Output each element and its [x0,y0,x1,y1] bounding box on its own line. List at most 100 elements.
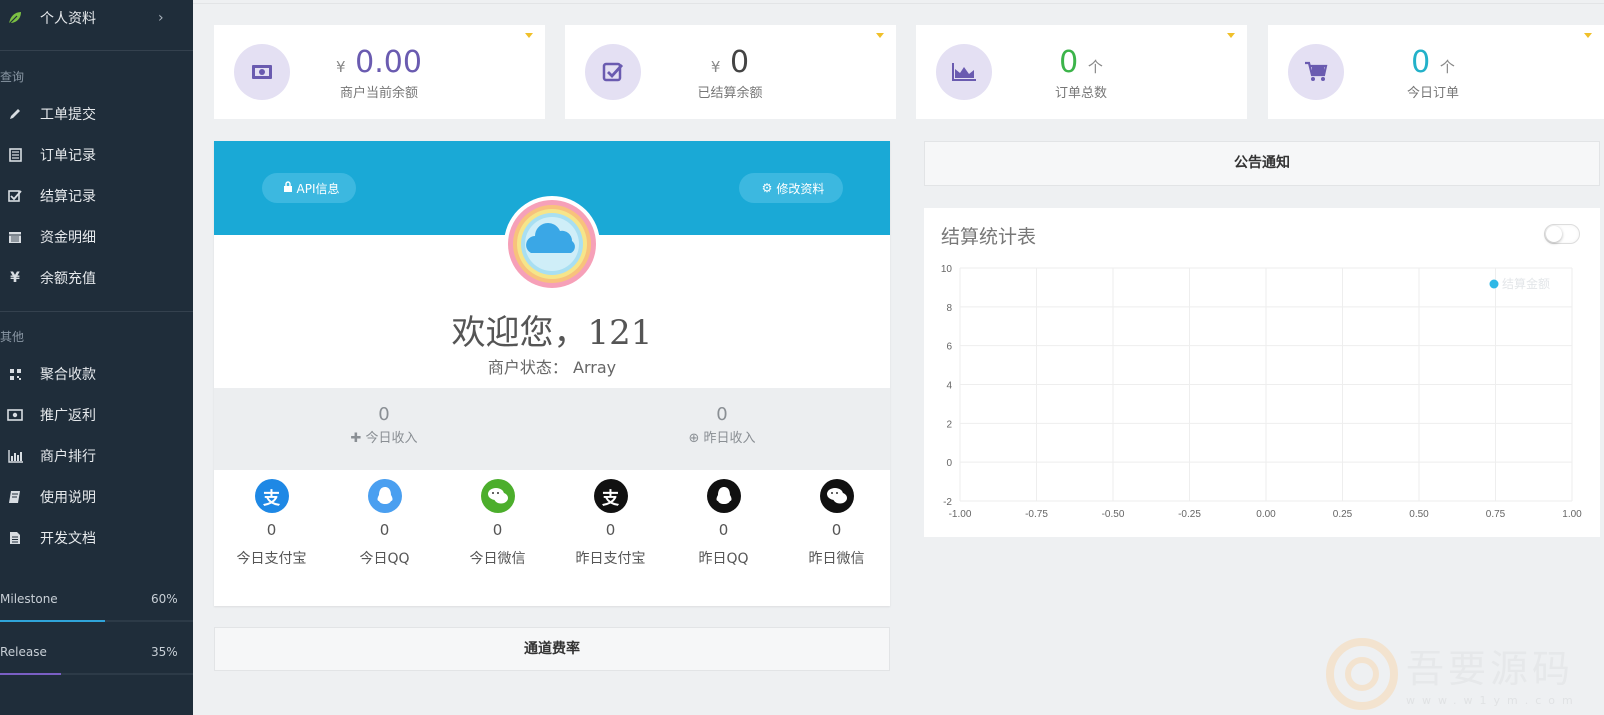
payment-value: 0 [492,521,503,539]
today-income-label: 今日收入 [365,431,418,446]
x-tick-label: -0.75 [1025,509,1048,520]
stat-unit: 个 [1087,58,1103,76]
currency-symbol: ¥ [336,58,346,76]
payment-stat: 0 今日微信 [441,471,554,568]
yesterday-income-label: 昨日收入 [703,431,756,446]
progress-fill [0,673,61,675]
x-tick-label: 0.50 [1409,509,1429,520]
sidebar: 个人资料 › 查询 工单提交订单记录结算记录资金明细 ¥ 余额充值 其他 聚合收款推… [0,0,193,715]
sidebar-item[interactable]: 聚合收款 [0,356,193,392]
divider [0,311,193,312]
avatar [503,195,601,293]
section-title-query: 查询 [0,70,25,84]
stat-value: 0 [730,45,750,80]
progress-fill [0,620,105,622]
sidebar-item[interactable]: ¥ 余额充值 [0,260,193,296]
stat-card-balance: ¥ 0.00 商户当前余额 [214,25,545,119]
stat-caption: 商户当前余额 [339,86,418,101]
income-summary: 0 ✚ 今日收入 0 ⊕ 昨日收入 [214,388,890,470]
progress-label: Milestone [0,592,58,606]
section-title-other: 其他 [0,330,25,344]
sidebar-item[interactable]: 工单提交 [0,96,193,132]
dropdown-caret-icon[interactable] [876,33,884,38]
notice-header[interactable]: 公告通知 [924,141,1600,186]
dropdown-caret-icon[interactable] [1227,33,1235,38]
y-tick-label: 4 [946,381,952,392]
watermark-text: 吾要源码 [1406,647,1575,691]
sidebar-item-profile[interactable]: 个人资料 › [0,0,193,36]
payment-label: 今日QQ [359,551,410,567]
payment-stat: 0 昨日微信 [780,471,893,568]
edit-profile-label: 修改资料 [776,181,825,196]
sidebar-item[interactable]: 推广返利 [0,397,193,433]
x-tick-label: -0.25 [1178,509,1201,520]
currency-symbol: ¥ [710,58,721,76]
x-tick-label: -1.00 [949,509,972,520]
y-tick-label: 10 [941,264,953,275]
progress-bar-milestone [0,620,193,622]
stat-card-orders-today: 0 个 今日订单 [1268,25,1604,119]
settlement-chart: 10 8 6 4 2 0 -2-1.00 -0.75 -0.50 -0.25 0.00 0.25 0.5… [941,264,1582,520]
payment-label: 今日支付宝 [236,551,307,567]
payment-stat: 支 0 昨日支付宝 [554,471,667,568]
sidebar-item[interactable]: 使用说明 [0,479,193,515]
book-icon [6,488,24,506]
stat-caption: 已结算余额 [697,86,763,101]
payment-label: 昨日支付宝 [575,551,646,567]
sidebar-item-label: 聚合收款 [40,367,96,383]
sidebar-item-label: 资金明细 [40,230,96,246]
sidebar-item[interactable]: 订单记录 [0,137,193,173]
payment-value: 0 [266,521,277,539]
qq-icon [367,479,402,513]
payment-value: 0 [605,521,616,539]
dropdown-caret-icon[interactable] [525,33,533,38]
sidebar-item[interactable]: 开发文档 [0,520,193,556]
x-tick-label: 0.25 [1333,509,1353,520]
lock-icon [283,181,293,195]
gear-icon: ⚙ [761,181,773,195]
sidebar-item[interactable]: 结算记录 [0,178,193,214]
sidebar-item[interactable]: 资金明细 [0,219,193,255]
merchant-status: 商户状态： Array [487,358,617,377]
payment-label: 昨日微信 [808,551,865,567]
watermark-logo-icon [1326,638,1398,710]
x-tick-label: 0.75 [1486,509,1506,520]
sidebar-item-label: 订单记录 [40,148,96,164]
dropdown-caret-icon[interactable] [1584,33,1592,38]
y-tick-label: 2 [946,419,952,430]
payment-value: 0 [379,521,390,539]
stat-value: 0.00 [355,45,422,80]
sidebar-item-label: 推广返利 [40,408,96,424]
channel-rate-header[interactable]: 通道费率 [214,627,890,671]
settlement-chart-card: 结算统计表 10 8 6 4 2 0 -2 -1.00 -0.75 -0.50 -0.25 0.00 0… [924,208,1600,537]
today-income: 0 ✚ 今日收入 [284,404,484,446]
y-tick-label: 0 [946,458,952,469]
stat-value: 0 [1411,45,1431,80]
yen-icon: ¥ [10,270,20,286]
sidebar-item-label: 使用说明 [40,490,96,506]
payment-value: 0 [718,521,729,539]
sidebar-item[interactable]: 商户排行 [0,438,193,474]
edit-profile-button[interactable]: ⚙ 修改资料 [739,173,843,203]
legend-label: 结算金额 [1502,276,1550,291]
qrcode-icon [6,365,24,383]
check-square-icon [6,187,24,205]
plus-icon: ✚ [350,431,362,446]
x-tick-label: 0.00 [1256,509,1276,520]
top-edge [193,0,1604,4]
progress-label: Release [0,645,47,659]
legend-marker [1489,279,1499,289]
progress-percent: 35% [151,645,178,659]
calendar-icon [6,228,24,246]
api-info-button[interactable]: API信息 [262,173,356,203]
list-icon [6,146,24,164]
wechat-icon [819,479,854,513]
sidebar-item-label: 余额充值 [40,271,96,287]
x-tick-label: 1.00 [1562,509,1582,520]
payment-stat: 0 昨日QQ [667,471,780,568]
welcome-text: 欢迎您，121 [451,313,653,353]
watermark-url: www.w1ym.com [1406,694,1580,707]
api-info-label: API信息 [296,181,340,196]
stat-caption: 今日订单 [1406,86,1459,101]
stat-value: 0 [1059,45,1079,80]
